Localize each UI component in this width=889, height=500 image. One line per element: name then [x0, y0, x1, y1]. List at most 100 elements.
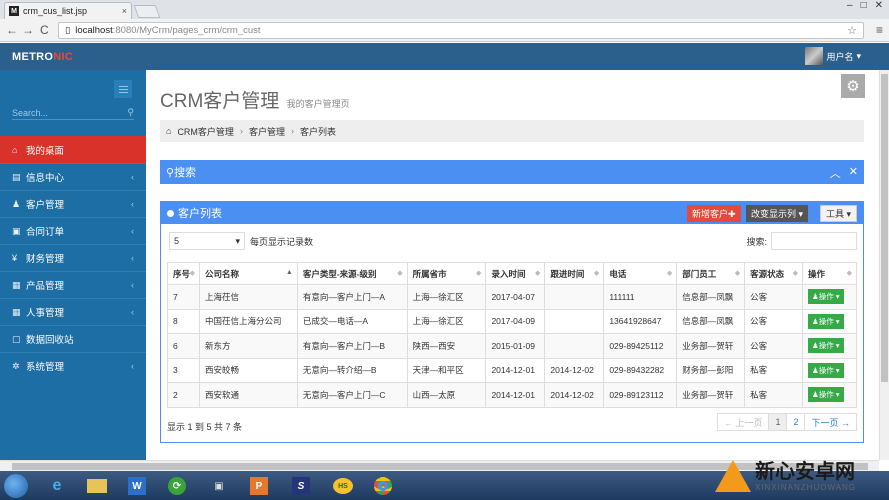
- cell-staff: 信息部—凤飘: [676, 284, 746, 310]
- url-input[interactable]: ▯ localhost:8080/MyCrm/pages_crm/crm_cus…: [58, 22, 864, 39]
- column-header[interactable]: 操作 ◆: [801, 262, 858, 285]
- user-menu[interactable]: 用户名 ▾: [805, 47, 861, 65]
- cell-type: 已成交—电话—A: [296, 308, 408, 334]
- sidebar-item-label: 我的桌面: [26, 146, 65, 157]
- table-search-row: 搜索:: [746, 232, 857, 250]
- cell-type: 无意向—客户上门—C: [296, 382, 408, 408]
- collapse-icon[interactable]: ︿: [830, 165, 841, 181]
- page-length-value: 5: [174, 236, 180, 246]
- search-panel-header[interactable]: ⚲ 搜索 ︿ ✕: [160, 160, 864, 184]
- column-header[interactable]: 客源状态 ◆: [744, 262, 803, 285]
- cell-phone: 029-89123112: [603, 382, 678, 408]
- column-header[interactable]: 录入时间 ◆: [485, 262, 546, 285]
- sidebar-item-finance[interactable]: ¥ 财务管理 ‹: [0, 244, 146, 271]
- vertical-scrollbar[interactable]: [879, 70, 889, 460]
- page-title-text: CRM客户管理: [160, 91, 280, 112]
- info-icon: ▤: [12, 171, 21, 182]
- logo[interactable]: METRONIC: [12, 51, 73, 63]
- row-action-button[interactable]: ♟操作 ▾: [807, 362, 844, 378]
- maximize-button[interactable]: □: [861, 0, 867, 11]
- sidebar-item-label: 信息中心: [26, 173, 65, 184]
- cell-phone: 111111: [603, 284, 678, 310]
- breadcrumb-item: 客户列表: [299, 126, 336, 137]
- search-icon: ⚲: [166, 166, 175, 179]
- sidebar-item-products[interactable]: ▦ 产品管理 ‹: [0, 271, 146, 298]
- sidebar-item-system[interactable]: ✲ 系统管理 ‹: [0, 352, 146, 379]
- sidebar-toggle-button[interactable]: [114, 80, 132, 98]
- column-header[interactable]: 跟进时间 ◆: [544, 262, 605, 285]
- cell-company: 上海茌信: [198, 284, 298, 310]
- editor-icon[interactable]: S: [284, 474, 318, 498]
- table-icon: ▦: [12, 306, 21, 317]
- table-row: 7 上海茌信 有意向—客户上门—A 上海—徐汇区 2017-04-07 1111…: [167, 284, 858, 310]
- breadcrumb-item[interactable]: CRM客户管理: [177, 125, 234, 138]
- list-panel-title: 客户列表: [178, 208, 222, 220]
- watermark: 新心安卓网 XINXINANZHUOWANG: [715, 454, 885, 498]
- sidebar-item-recycle[interactable]: ▢ 数据回收站: [0, 325, 146, 352]
- prev-page-button[interactable]: ← 上一页: [716, 413, 770, 431]
- new-tab-button[interactable]: [133, 5, 161, 18]
- breadcrumb-item[interactable]: 客户管理: [249, 125, 285, 138]
- browser-tab[interactable]: M crm_cus_list.jsp ×: [4, 2, 132, 19]
- forward-icon[interactable]: →: [22, 23, 34, 37]
- table-row: 8 中国茌信上海分公司 已成交—电话—A 上海—徐汇区 2017-04-09 1…: [167, 308, 858, 334]
- column-header[interactable]: 客户类型-来源-级别 ◆: [296, 262, 408, 285]
- word-icon[interactable]: W: [120, 474, 154, 498]
- row-action-button[interactable]: ♟操作 ▾: [807, 289, 844, 305]
- ie-icon[interactable]: e: [40, 474, 74, 498]
- close-window-button[interactable]: ✕: [875, 0, 883, 11]
- media-icon[interactable]: ▣: [202, 474, 236, 498]
- table-search-input[interactable]: [771, 232, 857, 250]
- column-header[interactable]: 电话 ◆: [603, 262, 678, 285]
- refresh-app-icon[interactable]: ⟳: [160, 474, 194, 498]
- tab-close-icon[interactable]: ×: [122, 6, 127, 16]
- scrollbar-thumb[interactable]: [881, 74, 888, 382]
- start-button[interactable]: [4, 474, 28, 498]
- sidebar-item-contracts[interactable]: ▣ 合同订单 ‹: [0, 217, 146, 244]
- column-header[interactable]: 序号 ◆: [167, 262, 200, 285]
- page-length-select[interactable]: 5 ▾: [169, 232, 245, 250]
- column-header-label: 所属省市: [412, 268, 447, 279]
- page-icon: ▯: [65, 25, 71, 36]
- page-1-button[interactable]: 1: [768, 413, 788, 431]
- row-action-button[interactable]: ♟操作 ▾: [807, 338, 844, 354]
- tools-button[interactable]: 工具 ▾: [820, 205, 858, 222]
- add-customer-button[interactable]: 新增客户✚: [687, 205, 741, 222]
- column-header[interactable]: 公司名称 ▲: [198, 262, 298, 285]
- close-icon[interactable]: ✕: [849, 165, 858, 181]
- cell-followup: [544, 308, 605, 334]
- page-title: CRM客户管理 我的客户管理页: [160, 86, 350, 113]
- cell-id: 3: [167, 357, 200, 383]
- page-2-button[interactable]: 2: [786, 413, 806, 431]
- sidebar-item-info[interactable]: ▤ 信息中心 ‹: [0, 163, 146, 190]
- minimize-button[interactable]: –: [847, 0, 853, 11]
- search-icon[interactable]: ⚲: [127, 107, 134, 118]
- sort-icon: ◆: [476, 270, 482, 277]
- sort-icon: ◆: [846, 270, 852, 277]
- sidebar-item-desktop[interactable]: ⌂ 我的桌面: [0, 136, 146, 163]
- chrome-icon[interactable]: [366, 474, 400, 498]
- chevron-right-icon: ›: [290, 126, 294, 136]
- breadcrumb: ⌂ CRM客户管理 › 客户管理 › 客户列表: [160, 120, 864, 142]
- sidebar-search-input[interactable]: Search... ⚲: [12, 106, 134, 120]
- bookmark-star-icon[interactable]: ☆: [847, 24, 857, 37]
- column-header[interactable]: 部门员工 ◆: [676, 262, 746, 285]
- watermark-cn: 新心安卓网: [755, 460, 855, 483]
- sidebar-item-hr[interactable]: ▦ 人事管理 ‹: [0, 298, 146, 325]
- column-header[interactable]: 所属省市 ◆: [406, 262, 487, 285]
- settings-gear-icon[interactable]: ⚙: [841, 74, 865, 98]
- hs-icon[interactable]: HS: [326, 474, 360, 498]
- cell-type: 有意向—客户上门—B: [296, 333, 408, 359]
- window-controls: – □ ✕: [847, 0, 883, 11]
- row-action-button[interactable]: ♟操作 ▾: [807, 387, 844, 403]
- sidebar-item-customers[interactable]: ♟ 客户管理 ‹: [0, 190, 146, 217]
- folder-icon[interactable]: [80, 474, 114, 498]
- browser-menu-icon[interactable]: ≡: [876, 23, 883, 37]
- reload-icon[interactable]: C: [40, 23, 49, 37]
- column-header-label: 录入时间: [491, 268, 526, 279]
- back-icon[interactable]: ←: [6, 23, 18, 37]
- row-action-button[interactable]: ♟操作 ▾: [807, 313, 844, 329]
- change-columns-button[interactable]: 改变显示列 ▾: [746, 205, 809, 222]
- slides-icon[interactable]: P: [242, 474, 276, 498]
- next-page-button[interactable]: 下一页 →: [804, 413, 857, 431]
